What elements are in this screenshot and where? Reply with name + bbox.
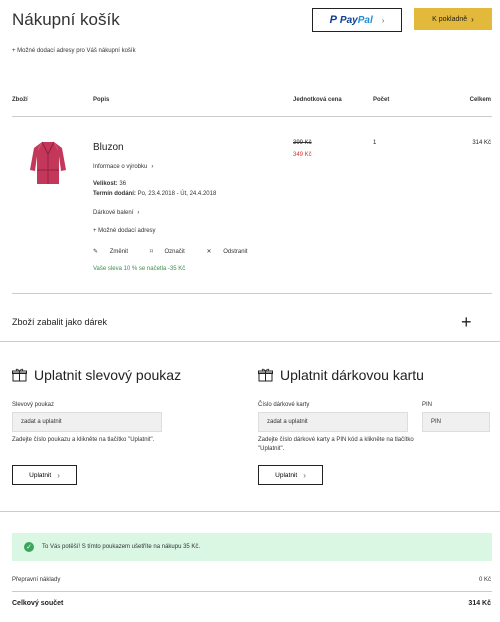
quantity[interactable]: 1 [373, 140, 376, 146]
col-unit-price: Jednotková cena [293, 97, 342, 103]
divider [12, 591, 492, 592]
mark-action[interactable]: ⌑ Označit [150, 249, 195, 255]
chevron-right-icon: › [137, 210, 140, 216]
giftcard-input[interactable]: zadat a uplatnit [258, 412, 408, 432]
col-count: Počet [373, 97, 390, 103]
voucher-section-title: Uplatnit slevový poukaz [12, 367, 181, 383]
voucher-hint: Zadejte číslo poukazu a klikněte na tlač… [12, 437, 155, 443]
paypal-button[interactable]: P PayPal › [312, 8, 402, 32]
row-total: 314 Kč [472, 140, 491, 146]
divider [12, 116, 492, 117]
gift-wrap-link[interactable]: Dárkové balení › [93, 210, 139, 216]
item-actions: ✎ Změnit ⌑ Označit ✕ Odstranit [93, 248, 268, 255]
product-image[interactable] [28, 140, 68, 188]
giftcard-field-label: Číslo dárkové karty [258, 402, 310, 408]
chevron-right-icon: › [57, 470, 60, 480]
col-description: Popis [93, 97, 110, 103]
pencil-icon: ✎ [93, 249, 100, 255]
product-info-link[interactable]: Informace o výrobku › [93, 164, 153, 170]
product-name[interactable]: Bluzon [93, 142, 124, 153]
expand-plus-icon[interactable]: + [461, 312, 472, 333]
old-price: 399 Kč [293, 140, 312, 146]
voucher-input[interactable]: zadat a uplatnit [12, 412, 162, 432]
paypal-icon: P [329, 14, 337, 26]
gift-icon [258, 368, 273, 382]
shipping-label: Přepravní náklady [12, 577, 61, 583]
giftcard-section-title: Uplatnit dárkovou kartu [258, 367, 424, 383]
voucher-field-label: Slevový poukaz [12, 402, 55, 408]
divider [12, 293, 492, 294]
shipping-value: 0 Kč [478, 577, 491, 583]
divider [0, 341, 500, 342]
product-size: Velikost: 36 [93, 181, 127, 187]
remove-action[interactable]: ✕ Odstranit [206, 249, 257, 255]
col-total: Celkem [469, 97, 491, 103]
divider [0, 511, 500, 512]
chevron-right-icon: › [471, 14, 474, 24]
grand-total-label: Celkový součet [12, 600, 64, 607]
chevron-right-icon: › [151, 164, 154, 170]
voucher-apply-button[interactable]: Uplatnit › [12, 465, 77, 485]
bookmark-icon: ⌑ [149, 249, 155, 255]
new-price: 349 Kč [293, 152, 312, 158]
page-title: Nákupní košík [12, 10, 120, 29]
pin-label: PIN [422, 402, 433, 408]
success-message: ✓ To Vás potěší! S tímto poukazem ušetří… [12, 533, 492, 561]
product-delivery-date: Termín dodání: Po, 23.4.2018 - Út, 24.4.… [93, 191, 217, 197]
checkout-button[interactable]: K pokladně › [414, 8, 492, 30]
chevron-right-icon: › [381, 15, 385, 25]
giftcard-apply-button[interactable]: Uplatnit › [258, 465, 323, 485]
giftcard-hint: Zadejte číslo dárkové karty a PIN kód a … [258, 437, 414, 452]
wrap-as-gift-label[interactable]: Zboží zabalit jako dárek [12, 317, 107, 327]
col-goods: Zboží [12, 97, 28, 103]
chevron-right-icon: › [303, 470, 306, 480]
close-icon: ✕ [206, 249, 214, 255]
grand-total-value: 314 Kč [468, 600, 491, 607]
pin-input[interactable]: PIN [422, 412, 490, 432]
discount-note: Vaše sleva 10 % se načetla -35 Kč [93, 266, 186, 272]
check-circle-icon: ✓ [24, 542, 34, 552]
gift-icon [12, 368, 27, 382]
change-action[interactable]: ✎ Změnit [93, 249, 138, 255]
delivery-addresses-link[interactable]: + Možné dodací adresy pro Váš nákupní ko… [12, 48, 136, 54]
item-delivery-address-link[interactable]: + Možné dodací adresy [93, 228, 156, 234]
paypal-wordmark: PayPal [339, 14, 373, 26]
